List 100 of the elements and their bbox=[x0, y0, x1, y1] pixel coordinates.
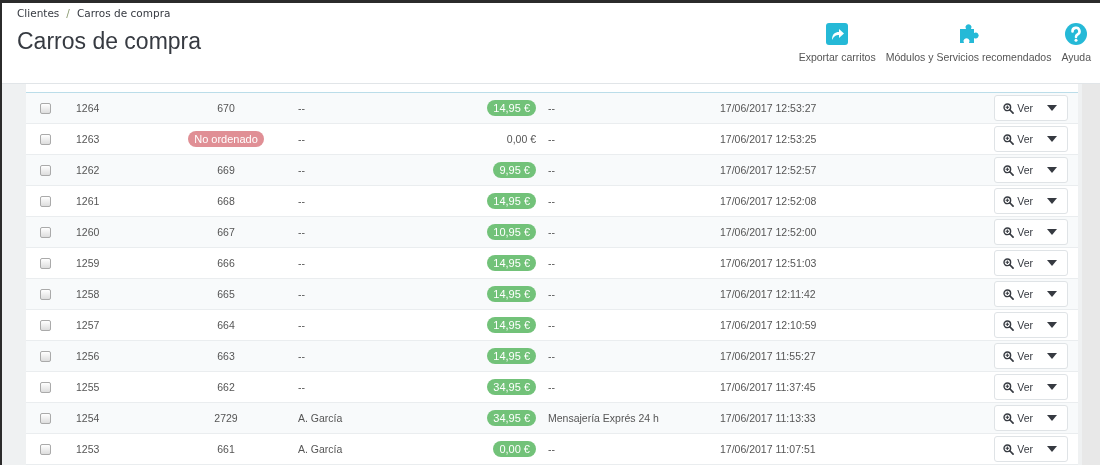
row-checkbox[interactable] bbox=[40, 257, 51, 269]
table-cell-text: A. García bbox=[297, 412, 344, 424]
table-cell: 662 bbox=[217, 381, 235, 393]
table-cell-text: -- bbox=[547, 133, 556, 145]
breadcrumb-link[interactable]: Clientes bbox=[17, 7, 60, 19]
price-badge: 14,95 € bbox=[487, 100, 536, 116]
table-cell: 667 bbox=[217, 226, 235, 238]
caret-icon bbox=[1047, 105, 1057, 111]
scrollbar[interactable] bbox=[1082, 84, 1100, 465]
table-cell-text: -- bbox=[547, 257, 556, 269]
caret-icon bbox=[1047, 415, 1057, 421]
caret-icon bbox=[1047, 167, 1057, 173]
breadcrumb-link[interactable]: Carros de compra bbox=[76, 7, 171, 19]
page-title: Carros de compra bbox=[17, 28, 202, 55]
row-checkbox[interactable] bbox=[40, 195, 51, 207]
caret-icon bbox=[1047, 136, 1057, 142]
row-checkbox[interactable] bbox=[40, 226, 51, 238]
row-checkbox[interactable] bbox=[40, 288, 51, 300]
price-badge: 34,95 € bbox=[487, 379, 536, 395]
row-checkbox[interactable] bbox=[40, 412, 51, 424]
table-cell: 669 bbox=[217, 164, 235, 176]
table-cell-text: -- bbox=[547, 195, 556, 207]
table-cell-text: 1262 bbox=[76, 164, 101, 176]
table-cell-text: Mensajería Exprés 24 h bbox=[547, 412, 660, 424]
table-cell-text: -- bbox=[547, 164, 556, 176]
table-cell-text: A. García bbox=[297, 443, 344, 455]
zoom-in-icon bbox=[1003, 350, 1015, 362]
table-cell-text: 1257 bbox=[76, 319, 101, 331]
row-checkbox[interactable] bbox=[40, 350, 51, 362]
help-icon bbox=[1065, 23, 1088, 45]
table-cell: 668 bbox=[217, 195, 235, 207]
table-cell-text: -- bbox=[547, 350, 556, 362]
zoom-in-icon bbox=[1003, 195, 1015, 207]
table-cell-text: 17/06/2017 12:53:27 bbox=[719, 102, 818, 114]
price-badge: 34,95 € bbox=[487, 410, 536, 426]
table-cell-text: -- bbox=[297, 133, 306, 145]
caret-icon bbox=[1047, 322, 1057, 328]
table-cell: 670 bbox=[217, 102, 235, 114]
zoom-in-icon bbox=[1003, 381, 1015, 393]
price-badge: 9,95 € bbox=[493, 162, 536, 178]
table-cell-text: 1263 bbox=[76, 133, 101, 145]
price-badge: 0,00 € bbox=[493, 441, 536, 457]
table-cell-text: 17/06/2017 12:11:42 bbox=[719, 288, 817, 300]
table-cell-text: -- bbox=[297, 381, 306, 393]
caret-icon bbox=[1047, 229, 1057, 235]
table-cell-text: -- bbox=[297, 319, 306, 331]
table-cell-text: 1258 bbox=[76, 288, 101, 300]
toolbar-button[interactable]: Módulos y Servicios recomendados bbox=[880, 23, 1057, 63]
table-cell-text: 17/06/2017 11:55:27 bbox=[719, 350, 817, 362]
caret-icon bbox=[1047, 291, 1057, 297]
toolbar-button[interactable]: Ayuda bbox=[1056, 23, 1096, 63]
table-cell-text: 17/06/2017 11:13:33 bbox=[719, 412, 817, 424]
table-cell: 665 bbox=[217, 288, 235, 300]
table-cell-text: -- bbox=[297, 257, 306, 269]
table-cell-text: 17/06/2017 12:52:00 bbox=[719, 226, 818, 238]
table-cell: 666 bbox=[217, 257, 235, 269]
price-badge: 10,95 € bbox=[487, 224, 536, 240]
table-cell-text: -- bbox=[547, 226, 556, 238]
table-cell: 0,00 € bbox=[506, 133, 536, 145]
price-badge: 14,95 € bbox=[487, 348, 536, 364]
row-checkbox[interactable] bbox=[40, 133, 51, 145]
zoom-in-icon bbox=[1003, 288, 1015, 300]
zoom-in-icon bbox=[1003, 102, 1015, 114]
table-cell: 664 bbox=[217, 319, 235, 331]
puzzle-icon bbox=[957, 23, 980, 45]
caret-icon bbox=[1047, 446, 1057, 452]
table-cell-text: 1256 bbox=[76, 350, 101, 362]
table-cell-text: -- bbox=[547, 319, 556, 331]
table-cell-text: 1264 bbox=[76, 102, 101, 114]
zoom-in-icon bbox=[1003, 412, 1015, 424]
row-checkbox[interactable] bbox=[40, 319, 51, 331]
table-cell-text: 1260 bbox=[76, 226, 101, 238]
table-cell: 663 bbox=[217, 350, 235, 362]
table-cell-text: -- bbox=[297, 350, 306, 362]
table-cell-text: -- bbox=[297, 195, 306, 207]
breadcrumb-separator: / bbox=[66, 7, 70, 19]
table-cell-text: -- bbox=[547, 443, 556, 455]
table-cell-text: 1255 bbox=[76, 381, 101, 393]
zoom-in-icon bbox=[1003, 164, 1015, 176]
table-cell-text: 17/06/2017 11:07:51 bbox=[719, 443, 817, 455]
caret-icon bbox=[1047, 260, 1057, 266]
zoom-in-icon bbox=[1003, 257, 1015, 269]
price-badge: 14,95 € bbox=[487, 255, 536, 271]
row-checkbox[interactable] bbox=[40, 381, 51, 393]
table-cell-text: 17/06/2017 12:10:59 bbox=[719, 319, 818, 331]
status-badge: No ordenado bbox=[188, 131, 264, 147]
row-checkbox[interactable] bbox=[40, 443, 51, 455]
zoom-in-icon bbox=[1003, 319, 1015, 331]
table-cell-text: -- bbox=[547, 288, 556, 300]
table-cell-text: 17/06/2017 12:52:57 bbox=[719, 164, 818, 176]
table-cell-text: 1261 bbox=[76, 195, 101, 207]
table-cell-text: -- bbox=[297, 164, 306, 176]
table-cell: 2729 bbox=[214, 412, 238, 424]
row-checkbox[interactable] bbox=[40, 164, 51, 176]
table-cell-text: -- bbox=[547, 102, 556, 114]
row-checkbox[interactable] bbox=[40, 102, 51, 114]
zoom-in-icon bbox=[1003, 133, 1015, 145]
toolbar-button[interactable]: Exportar carritos bbox=[793, 23, 881, 63]
zoom-in-icon bbox=[1003, 226, 1015, 238]
table-cell-text: -- bbox=[297, 102, 306, 114]
